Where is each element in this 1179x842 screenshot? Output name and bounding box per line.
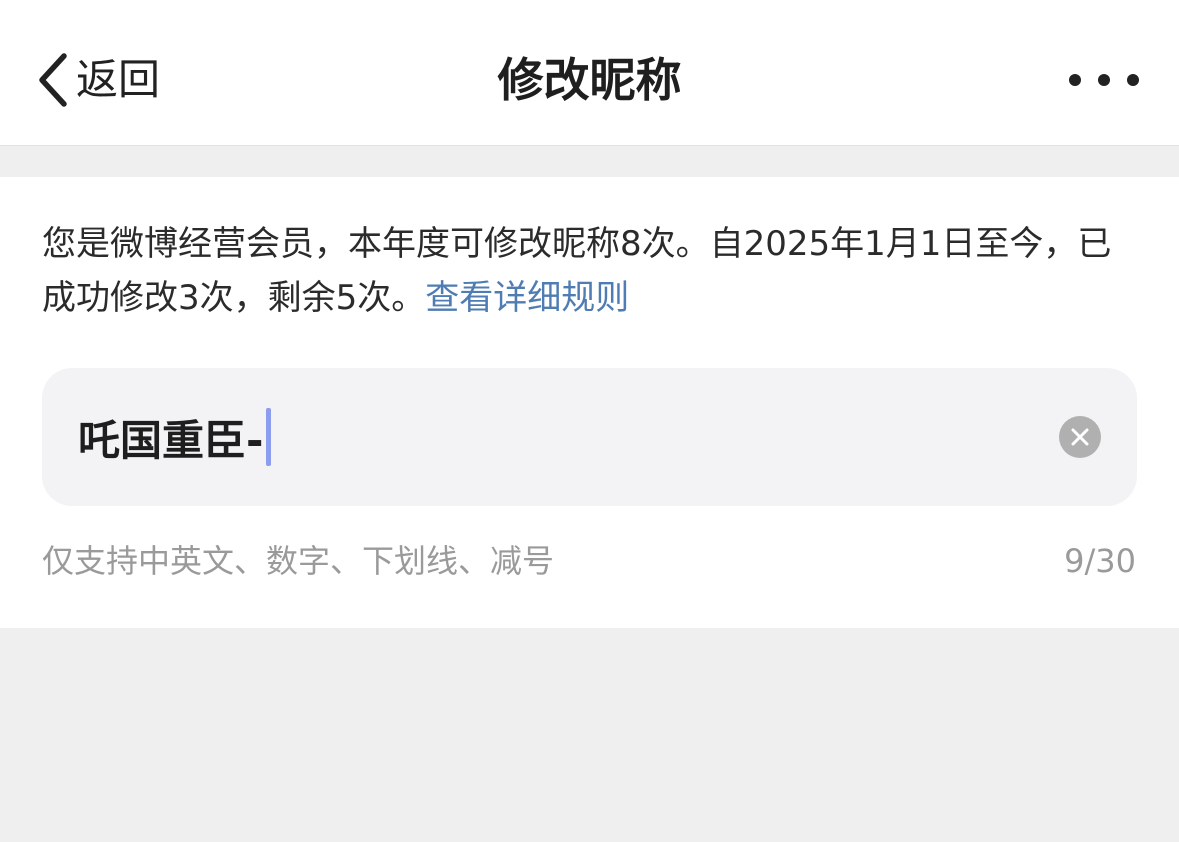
dot — [1098, 74, 1110, 86]
more-dots-icon[interactable] — [1069, 62, 1139, 98]
back-label: 返回 — [76, 55, 161, 104]
dot — [1069, 74, 1081, 86]
edit-panel: 您是微博经营会员，本年度可修改昵称8次。自2025年1月1日至今，已成功修改3次… — [0, 177, 1179, 628]
page-title: 修改昵称 — [497, 53, 682, 107]
back-button[interactable]: 返回 — [34, 50, 160, 110]
nickname-input[interactable]: 吒国重臣- — [78, 404, 272, 470]
text-caret — [266, 408, 272, 466]
dot — [1127, 74, 1139, 86]
notice-text: 您是微博经营会员，本年度可修改昵称8次。自2025年1月1日至今，已成功修改3次… — [42, 217, 1132, 325]
input-hint: 仅支持中英文、数字、下划线、减号 — [42, 542, 555, 580]
nav-bar: 返回 修改昵称 — [0, 0, 1179, 146]
view-rules-link[interactable]: 查看详细规则 — [425, 278, 629, 318]
x-icon — [1071, 428, 1089, 446]
clear-icon[interactable] — [1059, 416, 1101, 458]
nickname-field[interactable]: 吒国重臣- — [42, 368, 1137, 506]
char-counter: 9/30 — [1064, 542, 1136, 580]
nickname-value: 吒国重臣- — [78, 415, 264, 465]
chevron-left-icon — [39, 53, 67, 107]
